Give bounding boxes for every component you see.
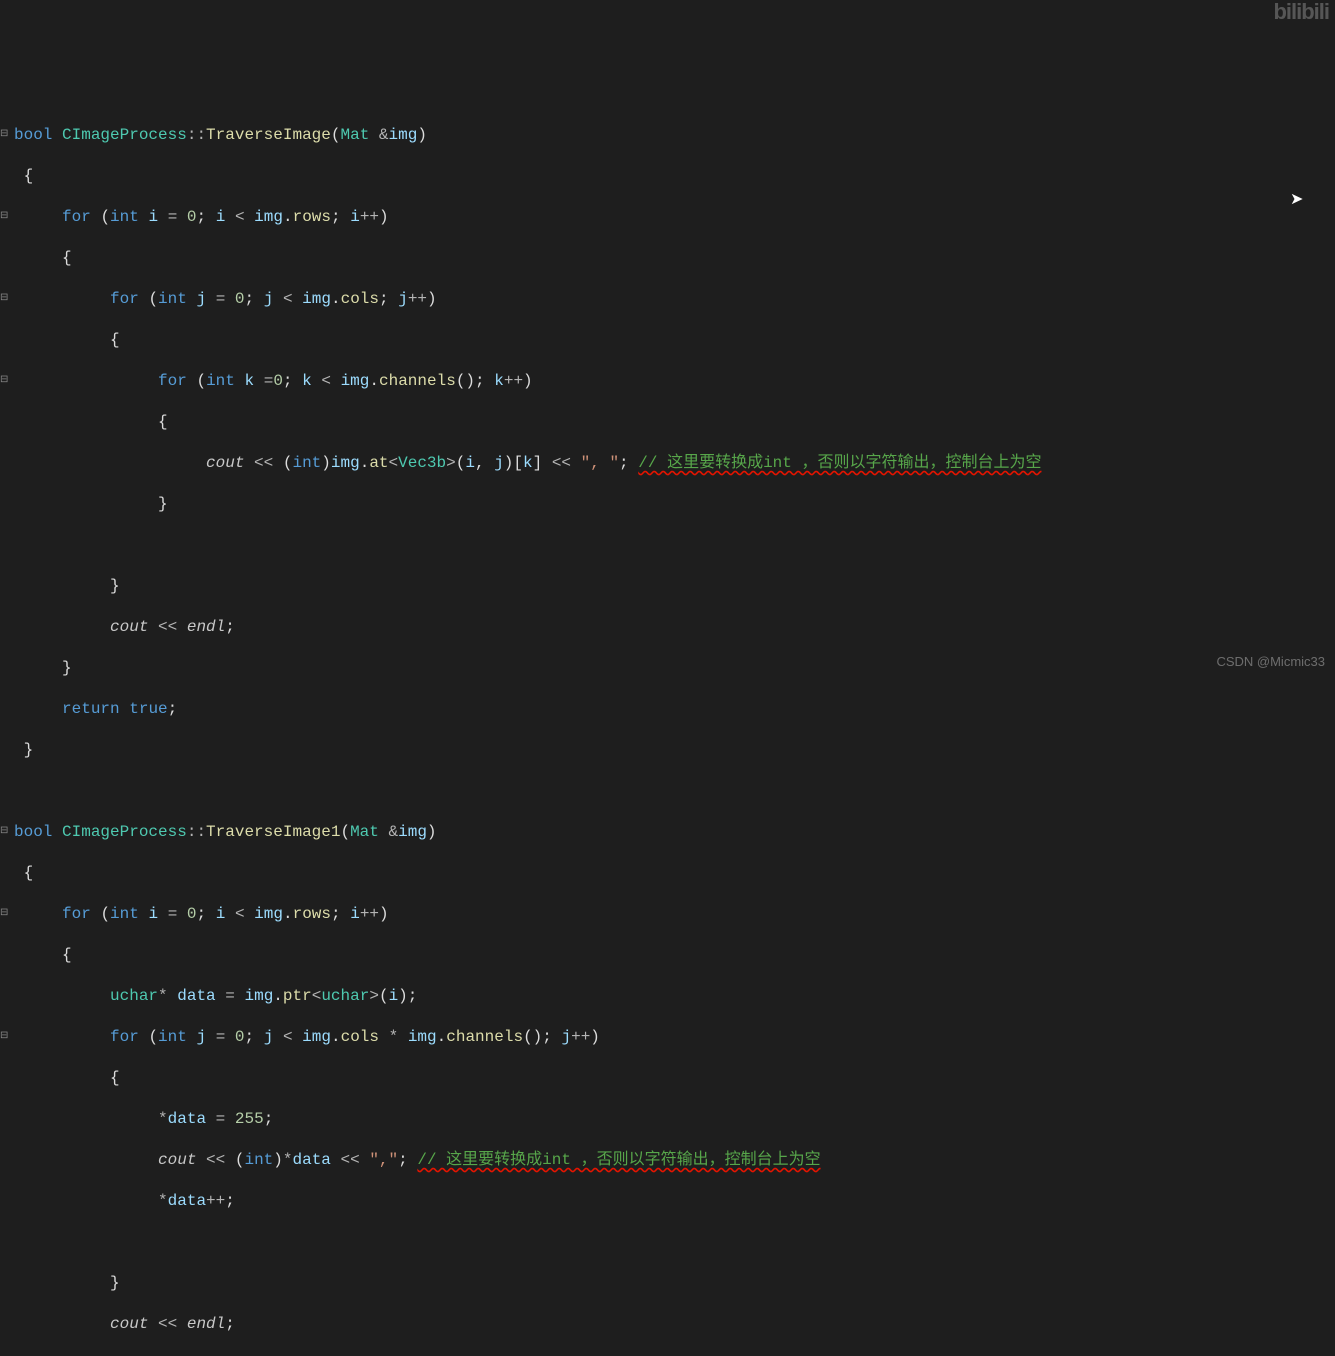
code-line[interactable]: {: [0, 166, 1335, 187]
fold-marker-icon[interactable]: ⊟: [0, 1027, 12, 1039]
code-line[interactable]: cout << endl;: [0, 617, 1335, 638]
keyword: for: [62, 208, 91, 226]
operator: ::: [187, 126, 206, 144]
param: img: [389, 126, 418, 144]
code-line[interactable]: {: [0, 1068, 1335, 1089]
punct: ): [417, 126, 427, 144]
code-line[interactable]: [0, 535, 1335, 556]
code-line[interactable]: ⊟ for (int j = 0; j < img.cols; j++): [0, 289, 1335, 310]
code-line[interactable]: }: [0, 576, 1335, 597]
code-line[interactable]: *data++;: [0, 1191, 1335, 1212]
watermark-top: bilibili: [1273, 2, 1329, 23]
code-line[interactable]: ⊟ for (int i = 0; i < img.rows; i++): [0, 207, 1335, 228]
fold-marker-icon[interactable]: ⊟: [0, 125, 12, 137]
code-line[interactable]: *data = 255;: [0, 1109, 1335, 1130]
fold-marker-icon[interactable]: ⊟: [0, 904, 12, 916]
endl: endl: [187, 618, 225, 636]
code-line[interactable]: }: [0, 1273, 1335, 1294]
fold-marker-icon[interactable]: ⊟: [0, 207, 12, 219]
code-line[interactable]: return true;: [0, 699, 1335, 720]
number: 255: [235, 1110, 264, 1128]
code-line[interactable]: }: [0, 1355, 1335, 1356]
cout: cout: [206, 454, 244, 472]
operator: &: [379, 126, 389, 144]
code-line[interactable]: ⊟ for (int j = 0; j < img.cols * img.cha…: [0, 1027, 1335, 1048]
code-line[interactable]: cout << (int)img.at<Vec3b>(i, j)[k] << "…: [0, 453, 1335, 474]
code-line[interactable]: ⊟ for (int i = 0; i < img.rows; i++): [0, 904, 1335, 925]
string-literal: ", ": [581, 454, 619, 472]
code-line[interactable]: cout << (int)*data << ","; // 这里要转换成int …: [0, 1150, 1335, 1171]
brace: {: [24, 167, 34, 185]
code-line[interactable]: {: [0, 248, 1335, 269]
code-line[interactable]: [0, 781, 1335, 802]
code-line[interactable]: {: [0, 330, 1335, 351]
code-line[interactable]: uchar* data = img.ptr<uchar>(i);: [0, 986, 1335, 1007]
watermark-bottom: CSDN @Micmic33: [1216, 652, 1325, 673]
code-line[interactable]: }: [0, 740, 1335, 761]
code-line[interactable]: cout << endl;: [0, 1314, 1335, 1335]
code-line[interactable]: ⊟bool CImageProcess::TraverseImage1(Mat …: [0, 822, 1335, 843]
code-editor[interactable]: ⊟bool CImageProcess::TraverseImage(Mat &…: [0, 82, 1335, 1356]
code-line[interactable]: {: [0, 945, 1335, 966]
variable: data: [177, 987, 215, 1005]
fold-marker-icon[interactable]: ⊟: [0, 289, 12, 301]
code-line[interactable]: }: [0, 658, 1335, 679]
code-line[interactable]: {: [0, 863, 1335, 884]
comment: // 这里要转换成int ，否则以字符输出，控制台上为空: [417, 1151, 820, 1169]
fold-marker-icon[interactable]: ⊟: [0, 371, 12, 383]
code-line[interactable]: {: [0, 412, 1335, 433]
function-name: TraverseImage: [206, 126, 331, 144]
function-name: TraverseImage1: [206, 823, 340, 841]
comment: // 这里要转换成int ，否则以字符输出，控制台上为空: [638, 454, 1041, 472]
keyword: bool: [14, 126, 52, 144]
type: Mat: [340, 126, 369, 144]
code-line[interactable]: }: [0, 494, 1335, 515]
string-literal: ",": [369, 1151, 398, 1169]
code-line[interactable]: ⊟ for (int k =0; k < img.channels(); k++…: [0, 371, 1335, 392]
code-line[interactable]: [0, 1232, 1335, 1253]
class-name: CImageProcess: [62, 126, 187, 144]
fold-marker-icon[interactable]: ⊟: [0, 822, 12, 834]
code-line[interactable]: ⊟bool CImageProcess::TraverseImage(Mat &…: [0, 125, 1335, 146]
